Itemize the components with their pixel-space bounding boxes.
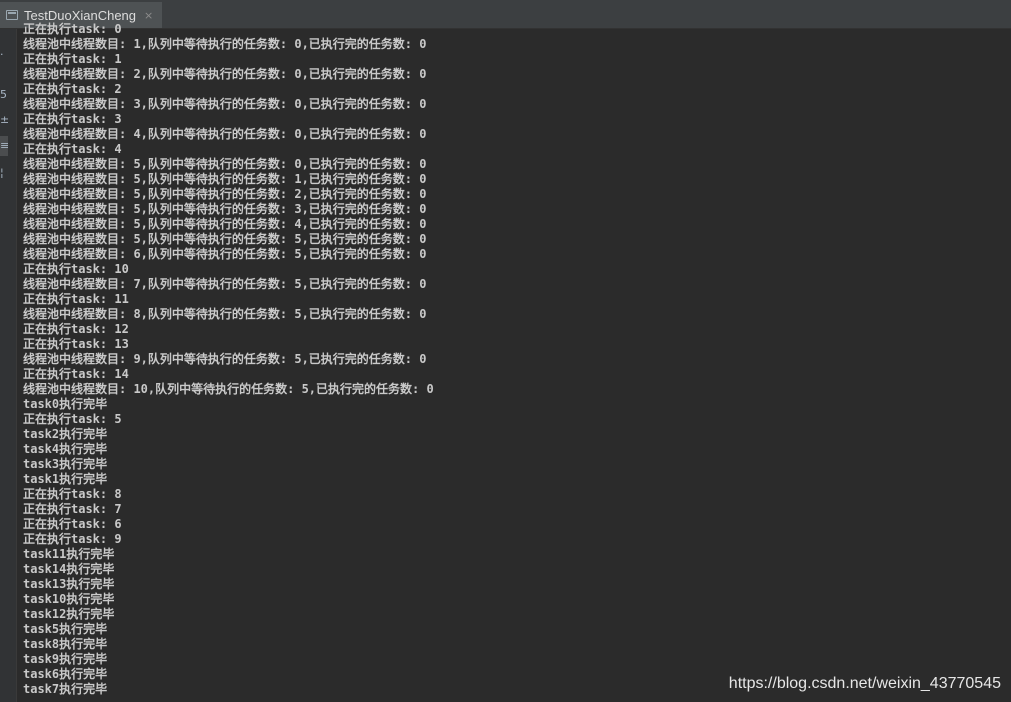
- console-window-icon: [6, 10, 18, 20]
- console-line: task13执行完毕: [23, 577, 115, 591]
- console-line: task3执行完毕: [23, 457, 108, 471]
- gutter-mark-3[interactable]: ±: [0, 114, 8, 125]
- console-line: 线程池中线程数目: 6,队列中等待执行的任务数: 5,已执行完的任务数: 0: [23, 247, 427, 261]
- gutter-mark-4[interactable]: ≡: [0, 140, 8, 151]
- console-line: 线程池中线程数目: 10,队列中等待执行的任务数: 5,已执行完的任务数: 0: [23, 382, 434, 396]
- console-line: 线程池中线程数目: 8,队列中等待执行的任务数: 5,已执行完的任务数: 0: [23, 307, 427, 321]
- console-line: task11执行完毕: [23, 547, 115, 561]
- console-line: task0执行完毕: [23, 397, 108, 411]
- console-line: 正在执行task: 1: [23, 52, 122, 66]
- console-line: task1执行完毕: [23, 472, 108, 486]
- console-line: task10执行完毕: [23, 592, 115, 606]
- close-icon[interactable]: ×: [144, 9, 153, 22]
- console-line: 正在执行task: 11: [23, 292, 129, 306]
- watermark-url: https://blog.csdn.net/weixin_43770545: [728, 675, 1001, 692]
- console-line: 线程池中线程数目: 4,队列中等待执行的任务数: 0,已执行完的任务数: 0: [23, 127, 427, 141]
- console-line: task14执行完毕: [23, 562, 115, 576]
- console-line: 线程池中线程数目: 5,队列中等待执行的任务数: 5,已执行完的任务数: 0: [23, 232, 427, 246]
- console-line: task5执行完毕: [23, 622, 108, 636]
- console-line: 正在执行task: 7: [23, 502, 122, 516]
- gutter-mark-1[interactable]: ·: [0, 49, 8, 60]
- console-line: 线程池中线程数目: 2,队列中等待执行的任务数: 0,已执行完的任务数: 0: [23, 67, 427, 81]
- console-line: 正在执行task: 14: [23, 367, 129, 381]
- console-line: 正在执行task: 4: [23, 142, 122, 156]
- console-line: task12执行完毕: [23, 607, 115, 621]
- console-line: 线程池中线程数目: 1,队列中等待执行的任务数: 0,已执行完的任务数: 0: [23, 37, 427, 51]
- console-line: 正在执行task: 10: [23, 262, 129, 276]
- console-line: 线程池中线程数目: 5,队列中等待执行的任务数: 1,已执行完的任务数: 0: [23, 172, 427, 186]
- gutter-mark-5[interactable]: ¦: [0, 167, 8, 178]
- gutter-mark-2[interactable]: 5: [0, 89, 8, 100]
- console-line: 线程池中线程数目: 7,队列中等待执行的任务数: 5,已执行完的任务数: 0: [23, 277, 427, 291]
- console-line: 线程池中线程数目: 3,队列中等待执行的任务数: 0,已执行完的任务数: 0: [23, 97, 427, 111]
- console-line: 线程池中线程数目: 5,队列中等待执行的任务数: 3,已执行完的任务数: 0: [23, 202, 427, 216]
- console-line: 正在执行task: 12: [23, 322, 129, 336]
- console-line: 正在执行task: 2: [23, 82, 122, 96]
- console-line: 正在执行task: 9: [23, 532, 122, 546]
- console-line: 正在执行task: 8: [23, 487, 122, 501]
- console-line: 正在执行task: 5: [23, 412, 122, 426]
- console-line: 线程池中线程数目: 5,队列中等待执行的任务数: 0,已执行完的任务数: 0: [23, 157, 427, 171]
- console-line: 正在执行task: 6: [23, 517, 122, 531]
- console-line: 线程池中线程数目: 5,队列中等待执行的任务数: 4,已执行完的任务数: 0: [23, 217, 427, 231]
- console-line: 正在执行task: 13: [23, 337, 129, 351]
- console-line: task9执行完毕: [23, 652, 108, 666]
- console-line: task8执行完毕: [23, 637, 108, 651]
- console-line: task2执行完毕: [23, 427, 108, 441]
- console-line: 线程池中线程数目: 5,队列中等待执行的任务数: 2,已执行完的任务数: 0: [23, 187, 427, 201]
- console-line: 正在执行task: 3: [23, 112, 122, 126]
- console-output[interactable]: 正在执行task: 0 线程池中线程数目: 1,队列中等待执行的任务数: 0,已执…: [23, 22, 1011, 702]
- console-line: 正在执行task: 0: [23, 22, 122, 36]
- tool-gutter: · 5 ± ≡ ¦: [0, 29, 17, 702]
- console-line: 线程池中线程数目: 9,队列中等待执行的任务数: 5,已执行完的任务数: 0: [23, 352, 427, 366]
- tab-title: TestDuoXianCheng: [24, 7, 137, 23]
- console-line: task4执行完毕: [23, 442, 108, 456]
